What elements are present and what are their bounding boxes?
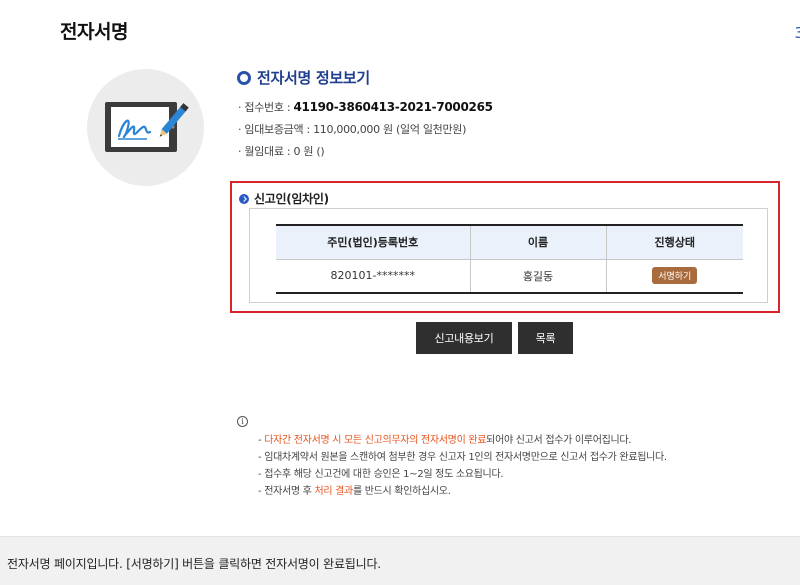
receipt-label: · 접수번호 : — [238, 101, 294, 114]
info-icon: i — [237, 416, 248, 427]
reporter-table: 주민(법인)등록번호 이름 진행상태 820101-******* 홍길동 서명… — [276, 224, 743, 294]
column-header-status: 진행상태 — [605, 224, 743, 260]
column-header-id: 주민(법인)등록번호 — [276, 224, 470, 260]
page-title: 전자서명 — [60, 21, 128, 43]
section-title: 전자서명 정보보기 — [237, 67, 370, 88]
note-item: - 접수후 해당 신고건에 대한 승인은 1~2일 정도 소요됩니다. — [258, 469, 504, 480]
receipt-value: 41190-3860413-2021-7000265 — [293, 100, 493, 114]
cell-id: 820101-******* — [276, 259, 470, 294]
notes-list: - 다자간 전자서명 시 모든 신고의무자의 전자서명이 완료되어야 신고서 접… — [258, 431, 667, 499]
page: 전자서명 3 전자서명 정보보기 · 접수번호 : 41190-3860413-… — [0, 0, 800, 585]
deposit-amount: · 임대보증금액 : 110,000,000 원 (일억 일천만원) — [238, 123, 467, 136]
footer-text: 전자서명 페이지입니다. [서명하기] 버튼을 클릭하면 전자서명이 완료됩니다… — [7, 557, 381, 571]
chevron-circle-icon — [239, 193, 249, 204]
note-item: - 임대차계약서 원본을 스캔하여 첨부한 경우 신고자 1인의 전자서명만으로… — [258, 452, 667, 463]
note-item: - 전자서명 후 처리 결과를 반드시 확인하십시오. — [258, 486, 451, 497]
reporter-section-title: 신고인(임차인) — [239, 190, 329, 207]
note-highlight: 다자간 전자서명 시 모든 신고의무자의 전자서명이 완료 — [264, 435, 487, 446]
table-row: 820101-******* 홍길동 서명하기 — [276, 259, 743, 294]
cell-status: 서명하기 — [605, 259, 743, 294]
reporter-title-text: 신고인(임차인) — [254, 192, 329, 206]
cell-name: 홍길동 — [469, 259, 606, 294]
list-button[interactable]: 목록 — [518, 322, 573, 354]
ring-bullet-icon — [237, 70, 251, 85]
view-report-button[interactable]: 신고내용보기 — [416, 322, 512, 354]
receipt-number: · 접수번호 : 41190-3860413-2021-7000265 — [238, 99, 493, 115]
footer-bar: 전자서명 페이지입니다. [서명하기] 버튼을 클릭하면 전자서명이 완료됩니다… — [0, 536, 800, 585]
edge-glyph: 3 — [794, 24, 800, 42]
note-item: - 다자간 전자서명 시 모든 신고의무자의 전자서명이 완료되어야 신고서 접… — [258, 435, 632, 446]
column-header-name: 이름 — [469, 224, 606, 260]
sign-button[interactable]: 서명하기 — [652, 267, 698, 285]
e-signature-tablet-icon — [87, 69, 204, 186]
note-highlight: 처리 결과 — [314, 486, 353, 497]
monthly-rent: · 월임대료 : 0 원 () — [238, 145, 325, 158]
section-title-text: 전자서명 정보보기 — [257, 69, 370, 87]
